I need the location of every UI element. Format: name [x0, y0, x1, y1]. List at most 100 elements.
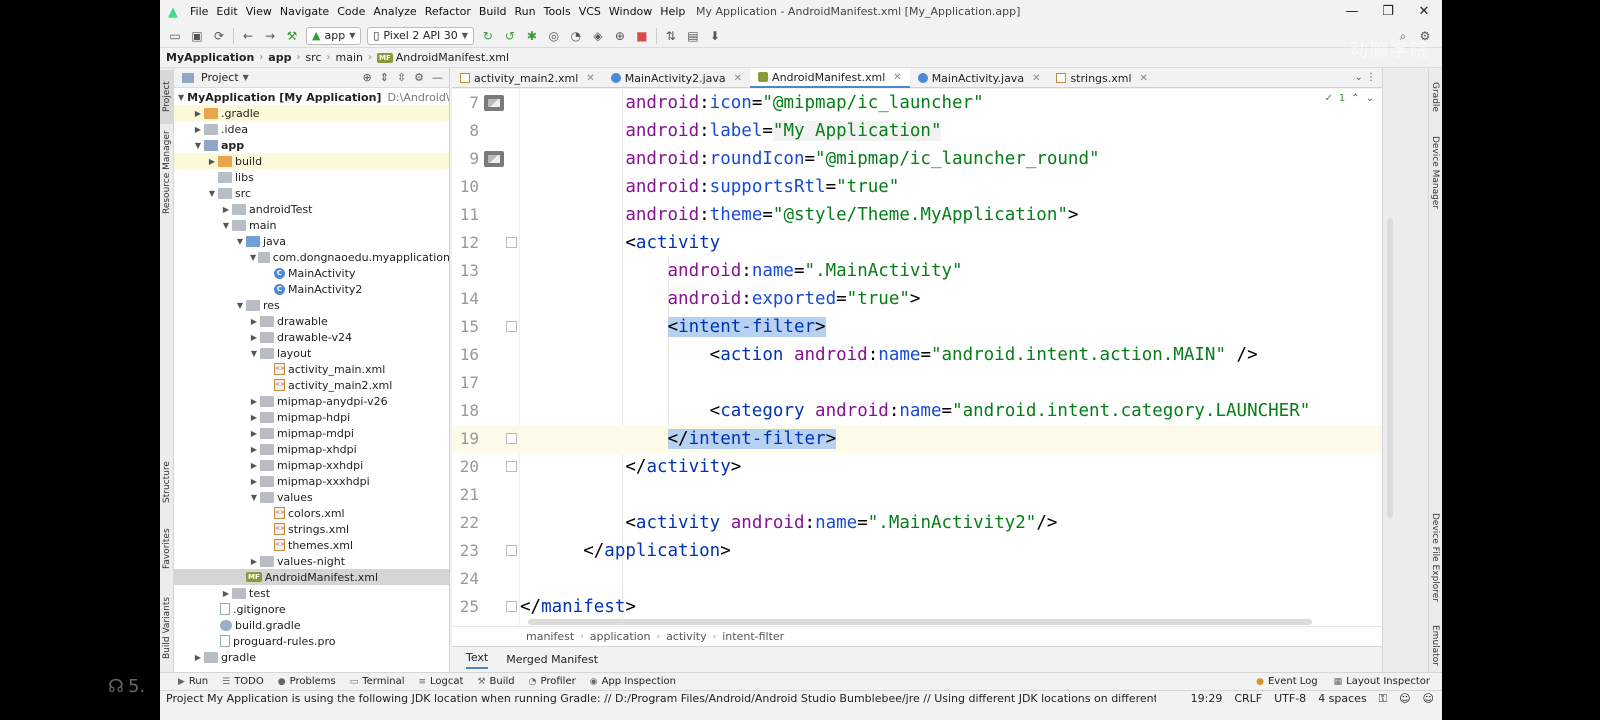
menu-refactor[interactable]: Refactor	[421, 0, 475, 24]
tree-item-gitignore[interactable]: .gitignore	[174, 601, 449, 617]
tool-tab-emulator[interactable]: Emulator	[1428, 618, 1442, 672]
tree-item-build-gradle[interactable]: build.gradle	[174, 617, 449, 633]
close-icon[interactable]: ✕	[893, 72, 901, 83]
fold-icon[interactable]	[506, 601, 517, 612]
menu-navigate[interactable]: Navigate	[276, 0, 333, 24]
menu-vcs[interactable]: VCS	[575, 0, 605, 24]
avd-manager-icon[interactable]: ▤	[682, 26, 704, 46]
forward-arrow-icon[interactable]: →	[259, 26, 281, 46]
tree-item-main[interactable]: ▼ main	[174, 217, 449, 233]
tree-item-src[interactable]: ▼ src	[174, 185, 449, 201]
gear-icon[interactable]: ⚙	[414, 68, 424, 88]
attach-debugger-icon[interactable]: ◎	[543, 26, 565, 46]
code-editor[interactable]: 7 8 9 10 11 12 13 14 15 16 17 18 19 20 2…	[452, 89, 1382, 626]
caret-position[interactable]: 19:29	[1191, 692, 1223, 706]
tree-item-themes-xml[interactable]: themes.xml	[174, 537, 449, 553]
minimize-button[interactable]: —	[1334, 0, 1370, 24]
tool-todo[interactable]: ☰ TODO	[222, 676, 264, 687]
ebread-manifest[interactable]: manifest	[526, 630, 574, 643]
fold-icon[interactable]	[506, 237, 517, 248]
ebread-activity[interactable]: activity	[666, 630, 707, 643]
menu-code[interactable]: Code	[333, 0, 369, 24]
hide-icon[interactable]: —	[432, 68, 443, 88]
collapse-all-icon[interactable]: ⇳	[397, 68, 406, 88]
tool-tab-device-file-explorer[interactable]: Device File Explorer	[1428, 498, 1442, 618]
fold-icon[interactable]	[506, 321, 517, 332]
tab-merged-manifest[interactable]: Merged Manifest	[506, 653, 598, 666]
tool-build[interactable]: ⚒ Build	[477, 676, 514, 687]
menu-run[interactable]: Run	[511, 0, 540, 24]
tool-app-inspection[interactable]: ◉ App Inspection	[590, 676, 676, 687]
tab-androidmanifest-xml[interactable]: AndroidManifest.xml ✕	[750, 68, 910, 88]
tool-tab-resource-manager[interactable]: Resource Manager	[160, 130, 174, 214]
tool-terminal[interactable]: ▭ Terminal	[350, 676, 405, 687]
fold-icon[interactable]	[506, 433, 517, 444]
crumb-app[interactable]: app	[268, 51, 291, 64]
tree-item-libs[interactable]: libs	[174, 169, 449, 185]
tree-item-activity-main-xml[interactable]: activity_main.xml	[174, 361, 449, 377]
menu-tools[interactable]: Tools	[540, 0, 575, 24]
ebread-intent-filter[interactable]: intent-filter	[722, 630, 784, 643]
save-all-icon[interactable]: ▣	[186, 26, 208, 46]
close-icon[interactable]: ✕	[734, 73, 742, 84]
crumb-src[interactable]: src	[305, 51, 321, 64]
menu-help[interactable]: Help	[656, 0, 689, 24]
tab-mainactivity-java[interactable]: MainActivity.java ✕	[910, 68, 1049, 88]
back-arrow-icon[interactable]: ←	[237, 26, 259, 46]
stop-icon[interactable]: ■	[631, 26, 653, 46]
tree-item-androidmanifest[interactable]: MF AndroidManifest.xml	[174, 569, 449, 585]
tab-strings-xml[interactable]: strings.xml ✕	[1048, 68, 1155, 88]
tree-item-strings-xml[interactable]: strings.xml	[174, 521, 449, 537]
vertical-scrollbar[interactable]	[1387, 218, 1393, 518]
tree-item-activity-main2-xml[interactable]: activity_main2.xml	[174, 377, 449, 393]
sdk-manager-icon[interactable]: ⬇	[704, 26, 726, 46]
status-message[interactable]: Project My Application is using the foll…	[166, 692, 1156, 705]
image-preview-icon[interactable]	[484, 151, 504, 167]
tool-tab-project[interactable]: Project	[160, 70, 174, 124]
menu-edit[interactable]: Edit	[212, 0, 241, 24]
tool-profiler[interactable]: ◔ Profiler	[529, 676, 576, 687]
tree-item-mipmap-xhdpi[interactable]: ▶ mipmap-xhdpi	[174, 441, 449, 457]
tree-item-values-night[interactable]: ▶ values-night	[174, 553, 449, 569]
tab-activity-main2-xml[interactable]: activity_main2.xml ✕	[452, 68, 603, 88]
tree-item-package[interactable]: ▼ com.dongnaoedu.myapplication	[174, 249, 449, 265]
file-encoding[interactable]: UTF-8	[1274, 692, 1306, 706]
close-window-button[interactable]: ✕	[1406, 0, 1442, 24]
chevron-up-icon[interactable]: ⌃	[1351, 93, 1359, 104]
tree-item-mipmap-anydpi[interactable]: ▶ mipmap-anydpi-v26	[174, 393, 449, 409]
tree-item-mainactivity[interactable]: C MainActivity	[174, 265, 449, 281]
crumb-main[interactable]: main	[336, 51, 363, 64]
tree-item-gradle-folder[interactable]: ▶ gradle	[174, 649, 449, 665]
tool-layout-inspector[interactable]: ▦ Layout Inspector	[1334, 673, 1430, 691]
run-coverage-icon[interactable]: ◈	[587, 26, 609, 46]
menu-build[interactable]: Build	[475, 0, 511, 24]
tree-item-root[interactable]: ▼ MyApplication [My Application] D:\Andr…	[174, 89, 449, 105]
tree-item-app[interactable]: ▼ app	[174, 137, 449, 153]
tool-tab-structure[interactable]: Structure	[160, 452, 174, 512]
tree-item-build[interactable]: ▶ build	[174, 153, 449, 169]
apply-changes-icon[interactable]: ↺	[499, 26, 521, 46]
tool-tab-gradle[interactable]: Gradle	[1428, 72, 1442, 122]
locate-icon[interactable]: ⊕	[362, 68, 371, 88]
ebread-application[interactable]: application	[590, 630, 651, 643]
menu-window[interactable]: Window	[605, 0, 656, 24]
menu-view[interactable]: View	[242, 0, 276, 24]
crumb-file[interactable]: AndroidManifest.xml	[396, 51, 509, 64]
chevron-down-icon[interactable]: ⌄	[1366, 93, 1374, 104]
tree-item-mipmap-xxhdpi[interactable]: ▶ mipmap-xxhdpi	[174, 457, 449, 473]
make-project-hammer-icon[interactable]: ⚒	[281, 26, 303, 46]
tree-item-mainactivity2[interactable]: C MainActivity2	[174, 281, 449, 297]
tree-item-layout[interactable]: ▼ layout	[174, 345, 449, 361]
line-separator[interactable]: CRLF	[1234, 692, 1262, 706]
menu-analyze[interactable]: Analyze	[369, 0, 420, 24]
tool-tab-favorites[interactable]: Favorites	[160, 523, 174, 575]
tree-item-mipmap-hdpi[interactable]: ▶ mipmap-hdpi	[174, 409, 449, 425]
expand-all-icon[interactable]: ⇕	[380, 68, 389, 88]
open-folder-icon[interactable]: ▭	[164, 26, 186, 46]
tool-problems[interactable]: ● Problems	[278, 676, 336, 687]
rerun-icon[interactable]: ↻	[477, 26, 499, 46]
close-icon[interactable]: ✕	[1032, 73, 1040, 84]
device-select[interactable]: ▯ Pixel 2 API 30 ▼	[367, 26, 474, 45]
gradle-sync-icon[interactable]: ⇅	[660, 26, 682, 46]
tool-tab-build-variants[interactable]: Build Variants	[160, 588, 174, 668]
